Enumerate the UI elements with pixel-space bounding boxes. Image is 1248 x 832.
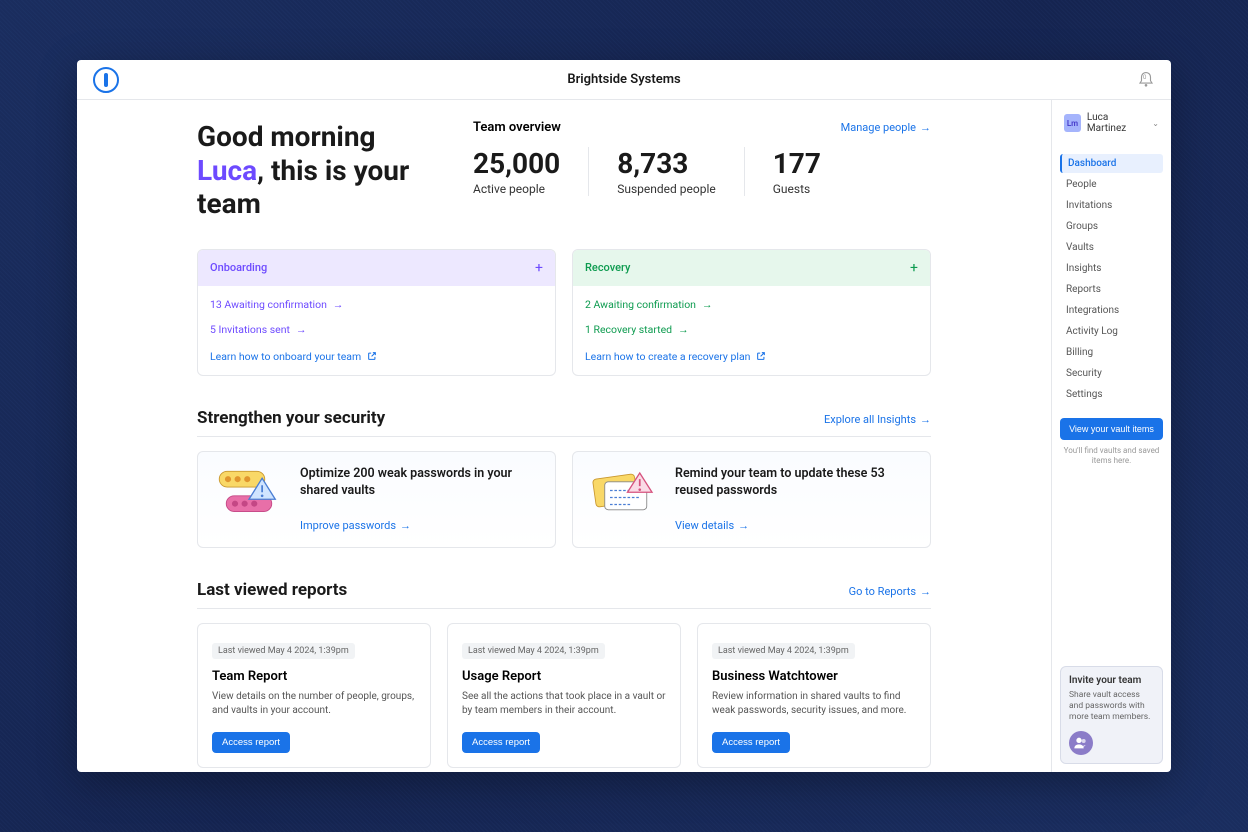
nav-settings[interactable]: Settings (1060, 385, 1163, 404)
avatar: Lm (1064, 114, 1081, 132)
report-timestamp: Last viewed May 4 2024, 1:39pm (712, 643, 855, 659)
recovery-awaiting-link[interactable]: 2 Awaiting confirmation→ (585, 292, 918, 317)
arrow-right-icon: → (333, 298, 344, 311)
onboarding-invites-link[interactable]: 5 Invitations sent→ (210, 317, 543, 342)
arrow-right-icon: → (400, 519, 411, 532)
arrow-right-icon: → (920, 413, 931, 426)
arrow-right-icon: → (738, 519, 749, 532)
report-desc: Review information in shared vaults to f… (712, 690, 916, 718)
notif-badge: 0 (1143, 74, 1146, 81)
invite-body: Share vault access and passwords with mo… (1069, 690, 1154, 723)
explore-insights-link[interactable]: Explore all Insights → (824, 413, 931, 426)
recovery-started-link[interactable]: 1 Recovery started→ (585, 317, 918, 342)
arrow-right-icon: → (920, 121, 931, 134)
weak-password-illustration-icon (214, 466, 284, 518)
insight-reused-passwords: Remind your team to update these 53 reus… (572, 451, 931, 548)
access-report-button[interactable]: Access report (462, 732, 540, 753)
topbar: Brightside Systems 0 (77, 60, 1171, 100)
team-overview: Team overview Manage people → 25,000 Act… (473, 120, 931, 221)
report-desc: See all the actions that took place in a… (462, 690, 666, 718)
greeting: Good morning Luca, this is your team (197, 120, 417, 221)
report-timestamp: Last viewed May 4 2024, 1:39pm (462, 643, 605, 659)
access-report-button[interactable]: Access report (712, 732, 790, 753)
arrow-right-icon: → (296, 323, 307, 336)
team-illustration-icon (1069, 731, 1093, 755)
nav-security[interactable]: Security (1060, 364, 1163, 383)
report-card-team: Last viewed May 4 2024, 1:39pm Team Repo… (197, 623, 431, 768)
insight-headline: Remind your team to update these 53 reus… (675, 466, 914, 500)
external-link-icon (756, 351, 766, 361)
invite-team-card[interactable]: Invite your team Share vault access and … (1060, 666, 1163, 764)
chevron-down-icon: ⌄ (1152, 119, 1159, 128)
onboarding-title: Onboarding (210, 261, 267, 274)
nav-dashboard[interactable]: Dashboard (1060, 154, 1163, 173)
nav-list: Dashboard People Invitations Groups Vaul… (1060, 154, 1163, 404)
report-card-watchtower: Last viewed May 4 2024, 1:39pm Business … (697, 623, 931, 768)
recovery-add-icon[interactable]: + (910, 260, 918, 276)
notification-bell-icon[interactable]: 0 (1137, 70, 1155, 90)
nav-vaults[interactable]: Vaults (1060, 238, 1163, 257)
reports-section-title: Last viewed reports (197, 580, 347, 600)
report-title: Business Watchtower (712, 669, 916, 684)
arrow-right-icon: → (678, 323, 689, 336)
recovery-title: Recovery (585, 261, 630, 274)
nav-insights[interactable]: Insights (1060, 259, 1163, 278)
nav-invitations[interactable]: Invitations (1060, 196, 1163, 215)
greeting-name: Luca (197, 154, 257, 187)
onboarding-card: Onboarding + 13 Awaiting confirmation→ 5… (197, 249, 556, 376)
nav-people[interactable]: People (1060, 175, 1163, 194)
user-menu[interactable]: Lm Luca Martinez ⌄ (1060, 108, 1163, 138)
reused-password-illustration-icon (589, 466, 659, 518)
app-window: Brightside Systems 0 Good morning Luca, … (77, 60, 1171, 772)
overview-title: Team overview (473, 120, 561, 135)
stat-active: 25,000 Active people (473, 147, 588, 196)
security-section-title: Strengthen your security (197, 408, 385, 428)
nav-integrations[interactable]: Integrations (1060, 301, 1163, 320)
report-desc: View details on the number of people, gr… (212, 690, 416, 718)
recovery-card: Recovery + 2 Awaiting confirmation→ 1 Re… (572, 249, 931, 376)
manage-people-link[interactable]: Manage people → (841, 121, 931, 134)
sidebar: Lm Luca Martinez ⌄ Dashboard People Invi… (1051, 100, 1171, 772)
nav-groups[interactable]: Groups (1060, 217, 1163, 236)
org-title: Brightside Systems (567, 72, 680, 87)
improve-passwords-link[interactable]: Improve passwords → (300, 519, 411, 532)
onboarding-awaiting-link[interactable]: 13 Awaiting confirmation→ (210, 292, 543, 317)
access-report-button[interactable]: Access report (212, 732, 290, 753)
user-name: Luca Martinez (1087, 112, 1146, 134)
nav-reports[interactable]: Reports (1060, 280, 1163, 299)
greeting-prefix: Good morning (197, 120, 376, 153)
main-content: Good morning Luca, this is your team Tea… (77, 100, 1051, 772)
nav-activity-log[interactable]: Activity Log (1060, 322, 1163, 341)
app-logo-icon[interactable] (93, 67, 119, 93)
nav-billing[interactable]: Billing (1060, 343, 1163, 362)
insight-weak-passwords: Optimize 200 weak passwords in your shar… (197, 451, 556, 548)
onboarding-add-icon[interactable]: + (535, 260, 543, 276)
goto-reports-link[interactable]: Go to Reports → (849, 585, 931, 598)
insight-headline: Optimize 200 weak passwords in your shar… (300, 466, 539, 500)
arrow-right-icon: → (702, 298, 713, 311)
report-card-usage: Last viewed May 4 2024, 1:39pm Usage Rep… (447, 623, 681, 768)
arrow-right-icon: → (920, 585, 931, 598)
invite-title: Invite your team (1069, 675, 1154, 686)
report-title: Usage Report (462, 669, 666, 684)
view-vault-button[interactable]: View your vault items (1060, 418, 1163, 440)
external-link-icon (367, 351, 377, 361)
report-timestamp: Last viewed May 4 2024, 1:39pm (212, 643, 355, 659)
recovery-learn-link[interactable]: Learn how to create a recovery plan (585, 342, 918, 363)
view-details-link[interactable]: View details → (675, 519, 749, 532)
onboarding-learn-link[interactable]: Learn how to onboard your team (210, 342, 543, 363)
stat-suspended: 8,733 Suspended people (588, 147, 744, 196)
vault-hint: You'll find vaults and saved items here. (1060, 446, 1163, 467)
report-title: Team Report (212, 669, 416, 684)
stat-guests: 177 Guests (744, 147, 849, 196)
